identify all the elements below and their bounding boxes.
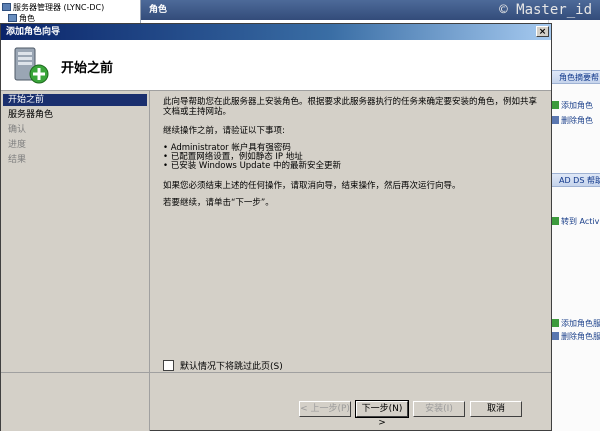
remove-role-service-icon bbox=[551, 332, 559, 340]
roles-icon bbox=[8, 14, 17, 22]
action-label: 角色摘要帮 bbox=[559, 73, 599, 82]
back-button[interactable]: < 上一步(P) bbox=[299, 401, 351, 417]
wizard-banner: 开始之前 bbox=[1, 40, 551, 91]
server-icon bbox=[2, 3, 11, 11]
install-button[interactable]: 安装(I) bbox=[413, 401, 465, 417]
action-remove-roles[interactable]: 删除角色 bbox=[551, 115, 593, 126]
next-button[interactable]: 下一步(N) > bbox=[355, 400, 409, 428]
watermark-text: © Master_id bbox=[499, 2, 592, 18]
goto-icon bbox=[551, 217, 559, 225]
dialog-title: 添加角色向导 bbox=[6, 27, 61, 37]
action-label: 添加角色服 bbox=[561, 319, 600, 328]
step-before-you-begin[interactable]: 开始之前 bbox=[3, 94, 147, 106]
skip-page-label: 默认情况下将跳过此页(S) bbox=[180, 362, 283, 372]
continue-note: 若要继续，请单击“下一步”。 bbox=[163, 198, 274, 208]
close-button[interactable]: × bbox=[536, 26, 549, 37]
action-label: 删除角色服 bbox=[561, 332, 600, 341]
action-remove-role-services[interactable]: 删除角色服 bbox=[551, 331, 600, 342]
button-separator bbox=[1, 372, 551, 373]
add-role-service-icon bbox=[551, 319, 559, 327]
wizard-steps-nav: 开始之前 服务器角色 确认 进度 结果 bbox=[1, 91, 150, 431]
step-progress: 进度 bbox=[8, 140, 27, 150]
tree-child-label: 角色 bbox=[19, 14, 35, 23]
actions-pane: 角色摘要帮 添加角色 删除角色 AD DS 帮助 转到 Activ 添加角色服 … bbox=[548, 20, 600, 431]
skip-page-checkbox[interactable] bbox=[163, 360, 174, 371]
cancel-note: 如果您必须结束上述的任何操作，请取消向导，结束操作，然后再次运行向导。 bbox=[163, 181, 461, 191]
dialog-titlebar[interactable]: 添加角色向导 × bbox=[1, 24, 551, 40]
action-add-roles[interactable]: 添加角色 bbox=[551, 100, 593, 111]
add-role-icon bbox=[551, 101, 559, 109]
step-server-roles[interactable]: 服务器角色 bbox=[3, 109, 147, 121]
action-label: 添加角色 bbox=[561, 101, 593, 110]
remove-role-icon bbox=[551, 116, 559, 124]
tree-root-label: 服务器管理器 (LYNC-DC) bbox=[13, 3, 105, 12]
cancel-button[interactable]: 取消 bbox=[470, 401, 522, 417]
checklist-item: • 已安装 Windows Update 中的最新安全更新 bbox=[163, 161, 342, 171]
add-roles-wizard: 添加角色向导 × 开始之前 开始之前 服务器角色 确认 进度 结果 此向导帮助您… bbox=[0, 23, 552, 431]
roles-header-title: 角色 bbox=[149, 5, 168, 15]
page-title: 开始之前 bbox=[61, 61, 114, 76]
action-label: AD DS 帮助 bbox=[559, 176, 600, 185]
action-label: 删除角色 bbox=[561, 116, 593, 125]
step-confirmation: 确认 bbox=[8, 125, 27, 135]
intro-text: 此向导帮助您在此服务器上安装角色。根据要求此服务器执行的任务来确定要安装的角色，… bbox=[163, 97, 538, 117]
checklist-heading: 继续操作之前，请验证以下事项: bbox=[163, 126, 285, 136]
action-ad-ds-help[interactable]: AD DS 帮助 bbox=[549, 173, 600, 187]
server-add-role-icon bbox=[14, 47, 49, 84]
step-results: 结果 bbox=[8, 155, 27, 165]
action-add-role-services[interactable]: 添加角色服 bbox=[551, 318, 600, 329]
action-goto-ad[interactable]: 转到 Activ bbox=[551, 216, 599, 227]
action-label: 转到 Activ bbox=[561, 217, 600, 226]
close-icon: × bbox=[538, 27, 547, 37]
tree-item-server-manager[interactable]: 服务器管理器 (LYNC-DC) bbox=[2, 2, 104, 13]
action-help-roles-summary[interactable]: 角色摘要帮 bbox=[549, 70, 600, 84]
